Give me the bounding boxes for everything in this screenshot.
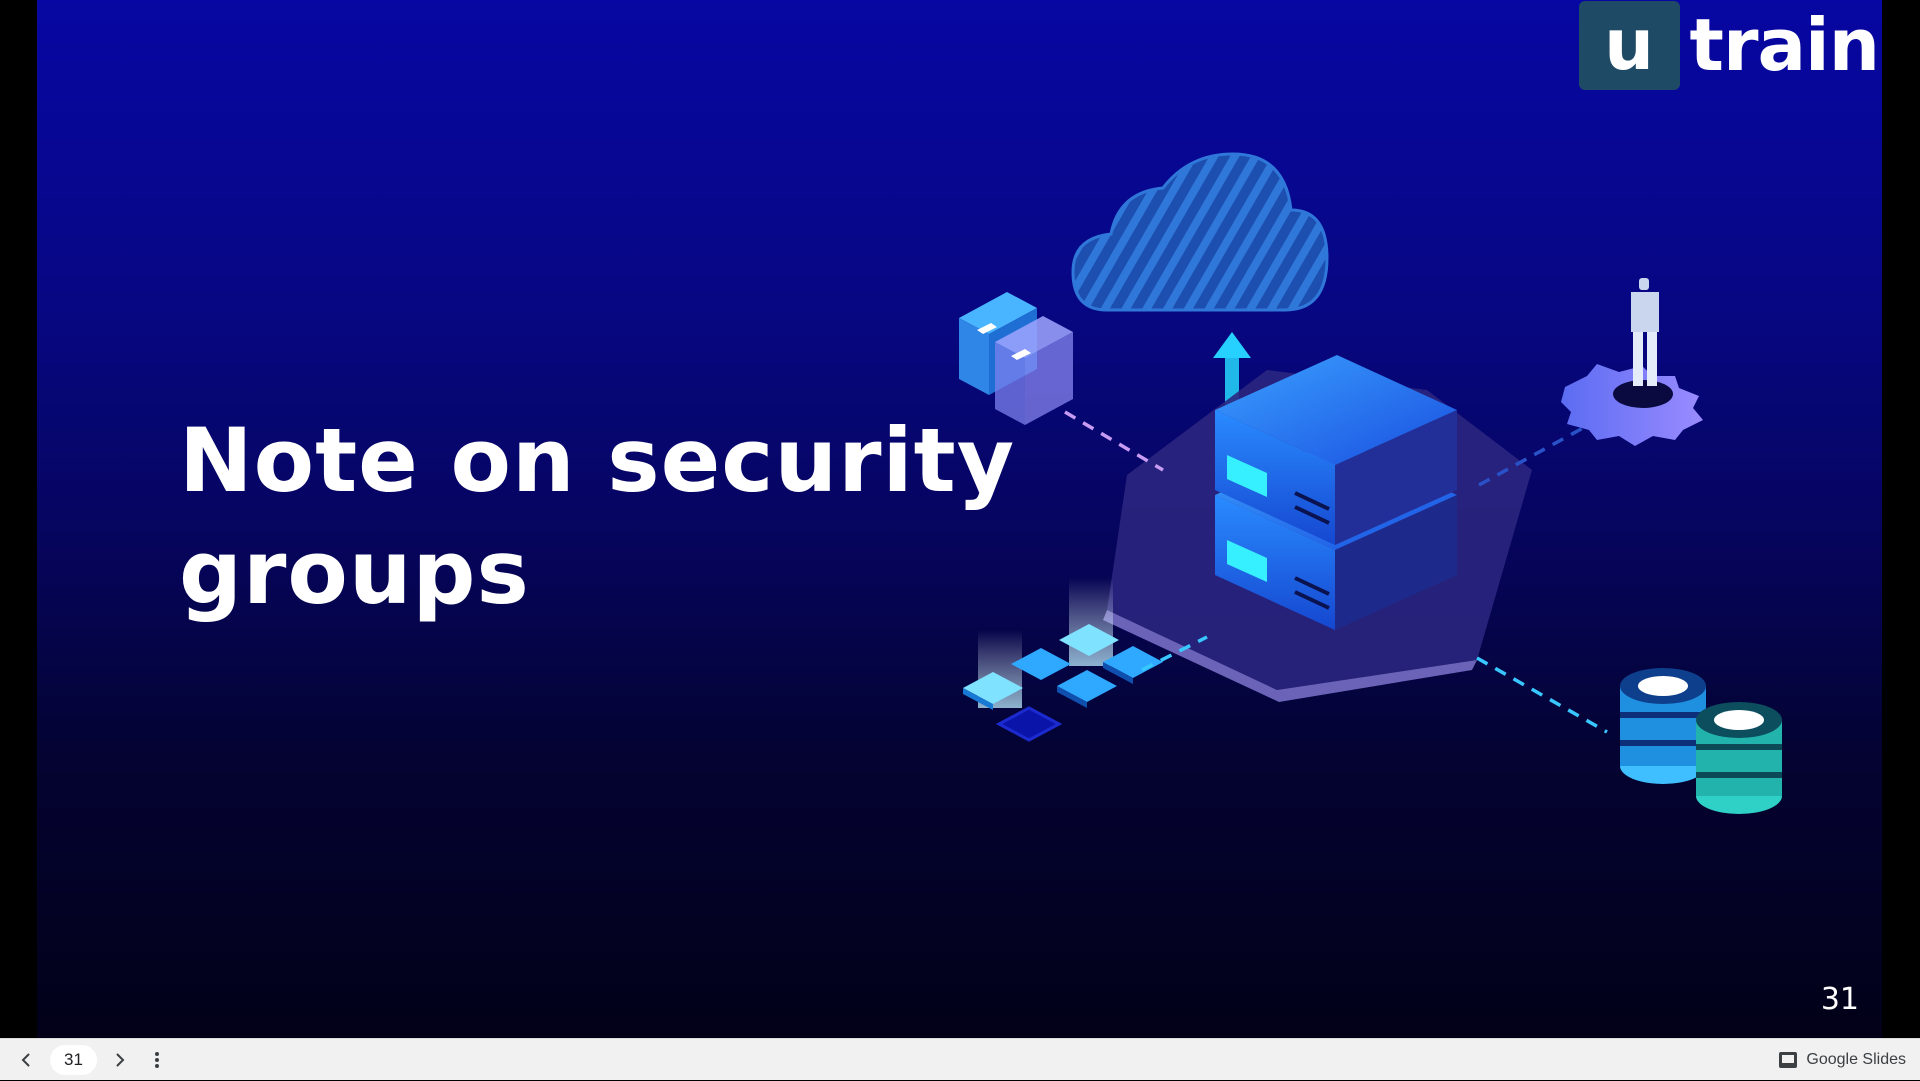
server-icon	[1215, 355, 1457, 630]
google-slides-label: Google Slides	[1806, 1051, 1906, 1068]
prev-slide-button[interactable]	[10, 1044, 42, 1076]
google-slides-link[interactable]: Google Slides	[1778, 1039, 1906, 1081]
logo-u-box: u	[1578, 0, 1680, 90]
page-number-input[interactable]	[50, 1045, 97, 1075]
chevron-left-icon	[21, 1053, 30, 1067]
cloud-icon	[1071, 152, 1329, 312]
network-illustration	[959, 152, 1782, 814]
utrain-logo: u train	[1578, 0, 1880, 90]
next-slide-button[interactable]	[104, 1044, 136, 1076]
database-icon	[1620, 668, 1782, 814]
more-vert-icon	[155, 1052, 159, 1068]
presentation-toolbar: Google Slides	[0, 1038, 1920, 1080]
gear-user-icon	[1561, 278, 1703, 446]
slides-icon	[1779, 1052, 1798, 1068]
slide-canvas: u train Note on security groups 31	[37, 0, 1882, 1038]
id-cards-icon	[959, 292, 1073, 425]
chevron-right-icon	[116, 1053, 125, 1067]
slide-page-number: 31	[1820, 982, 1859, 1017]
logo-wordmark: train	[1689, 3, 1880, 87]
more-options-button[interactable]	[141, 1044, 173, 1076]
